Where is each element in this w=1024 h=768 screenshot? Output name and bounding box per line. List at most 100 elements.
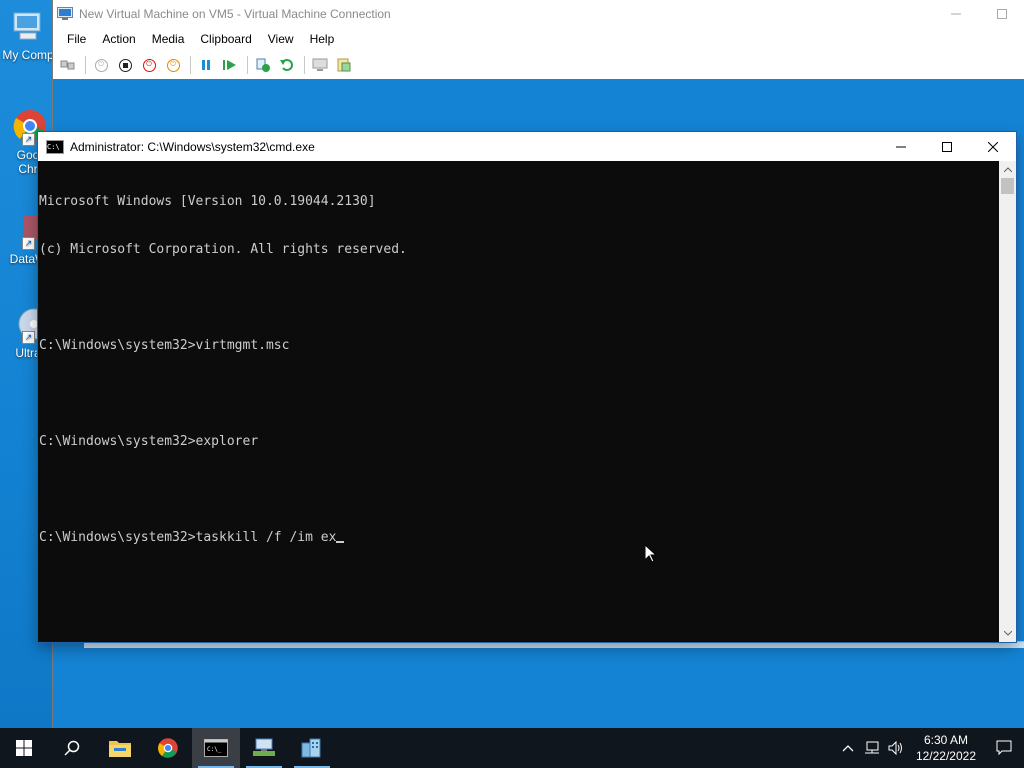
console-line: Microsoft Windows [Version 10.0.19044.21… [39,194,376,209]
resume-icon [223,60,236,70]
share-button[interactable] [333,54,355,76]
vm-titlebar[interactable]: New Virtual Machine on VM5 - Virtual Mac… [53,0,1024,27]
toolbar-separator [304,56,305,74]
scroll-down-button[interactable] [999,625,1016,642]
chrome-icon [158,738,178,758]
share-icon [337,58,351,72]
scroll-thumb[interactable] [1001,178,1014,194]
vm-toolbar: ⏻ ⏻ ⏻ [53,51,1024,80]
pause-button[interactable] [195,54,217,76]
menu-view[interactable]: View [260,27,302,51]
cmd-icon: C:\ [46,139,64,154]
minimize-icon [951,13,961,14]
shortcut-arrow-icon: ↗ [22,331,35,344]
taskbar-clock[interactable]: 6:30 AM 12/22/2022 [908,732,984,764]
chevron-up-icon [1003,167,1012,172]
chevron-up-icon [842,745,854,752]
minimize-button[interactable] [933,0,979,27]
volume-tray-button[interactable] [884,728,908,768]
toolbar-separator [85,56,86,74]
enhanced-session-button[interactable] [309,54,331,76]
cmd-close-button[interactable] [970,132,1016,161]
resume-button[interactable] [219,54,241,76]
taskbar-network-manager[interactable] [240,728,288,768]
turn-off-button[interactable] [114,54,136,76]
network-manager-icon [253,738,275,756]
mouse-pointer-icon [644,543,658,566]
vm-window-title: New Virtual Machine on VM5 - Virtual Mac… [79,6,391,21]
minimize-icon [896,146,906,147]
taskbar-cmd[interactable]: C:\_ [192,728,240,768]
start-button[interactable]: ⏻ [90,54,112,76]
taskbar-search-button[interactable] [48,728,96,768]
clock-date: 12/22/2022 [915,749,976,763]
network-tray-button[interactable] [860,728,884,768]
cmd-scrollbar[interactable] [999,161,1016,642]
windows-logo-icon [16,740,32,756]
taskbar-file-explorer[interactable] [96,728,144,768]
cmd-window: C:\ Administrator: C:\Windows\system32\c… [38,132,1016,642]
volume-icon [888,741,902,755]
taskbar-hyperv[interactable] [288,728,336,768]
desktop-icon-label: My Comp [2,48,54,62]
vm-menubar: File Action Media Clipboard View Help [53,27,1024,51]
shutdown-icon: ⏻ [142,58,156,72]
text-cursor [336,541,345,543]
hyperv-icon [301,738,321,758]
start-button[interactable] [0,728,48,768]
revert-button[interactable] [276,54,298,76]
cmd-titlebar[interactable]: C:\ Administrator: C:\Windows\system32\c… [38,132,1016,161]
taskbar-chrome[interactable] [144,728,192,768]
cmd-icon: C:\_ [204,739,228,757]
vm-connection-icon [57,6,73,21]
toolbar-separator [190,56,191,74]
clock-time: 6:30 AM [923,733,968,747]
shutdown-button[interactable]: ⏻ [138,54,160,76]
console-line: (c) Microsoft Corporation. All rights re… [39,242,407,257]
close-icon [988,141,998,152]
console-command: C:\Windows\system32>taskkill /f /im ex [39,530,337,545]
cmd-maximize-button[interactable] [924,132,970,161]
scroll-up-button[interactable] [999,161,1016,178]
menu-action[interactable]: Action [94,27,143,51]
checkpoint-icon [256,58,270,72]
show-hidden-icons-button[interactable] [836,728,860,768]
save-button[interactable]: ⏻ [162,54,184,76]
console-line: C:\Windows\system32>virtmgmt.msc [39,338,290,353]
cmd-console-output[interactable]: Microsoft Windows [Version 10.0.19044.21… [38,161,999,642]
cmd-minimize-button[interactable] [878,132,924,161]
taskbar: C:\_ 6:30 AM 12/22/2022 [0,728,1024,768]
background-window-edge [84,641,1024,648]
menu-file[interactable]: File [59,27,94,51]
search-icon [64,740,80,756]
file-explorer-icon [109,741,131,757]
pause-icon [202,60,210,70]
menu-clipboard[interactable]: Clipboard [192,27,259,51]
notification-icon [996,740,1012,756]
ctrl-alt-del-button[interactable] [57,54,79,76]
console-input-line[interactable]: C:\Windows\system32>taskkill /f /im ex [39,530,999,546]
console-line: C:\Windows\system32>explorer [39,434,259,449]
network-icon [864,741,879,754]
checkpoint-button[interactable] [252,54,274,76]
maximize-icon [942,141,952,152]
system-tray: 6:30 AM 12/22/2022 [836,728,1024,768]
svg-text:C:\_: C:\_ [207,746,222,753]
menu-media[interactable]: Media [144,27,193,51]
toolbar-separator [247,56,248,74]
menu-help[interactable]: Help [302,27,343,51]
desktop-icon-my-computer[interactable]: My Comp [0,8,56,62]
save-icon: ⏻ [166,58,180,72]
computer-icon [10,8,46,44]
shortcut-arrow-icon: ↗ [22,133,35,146]
action-center-button[interactable] [984,728,1024,768]
enhanced-session-icon [312,58,328,71]
revert-icon [280,59,293,71]
turn-off-icon [118,58,132,72]
ctrl-alt-del-icon [60,60,75,70]
shortcut-arrow-icon: ↗ [22,237,35,250]
maximize-button[interactable] [979,0,1024,27]
